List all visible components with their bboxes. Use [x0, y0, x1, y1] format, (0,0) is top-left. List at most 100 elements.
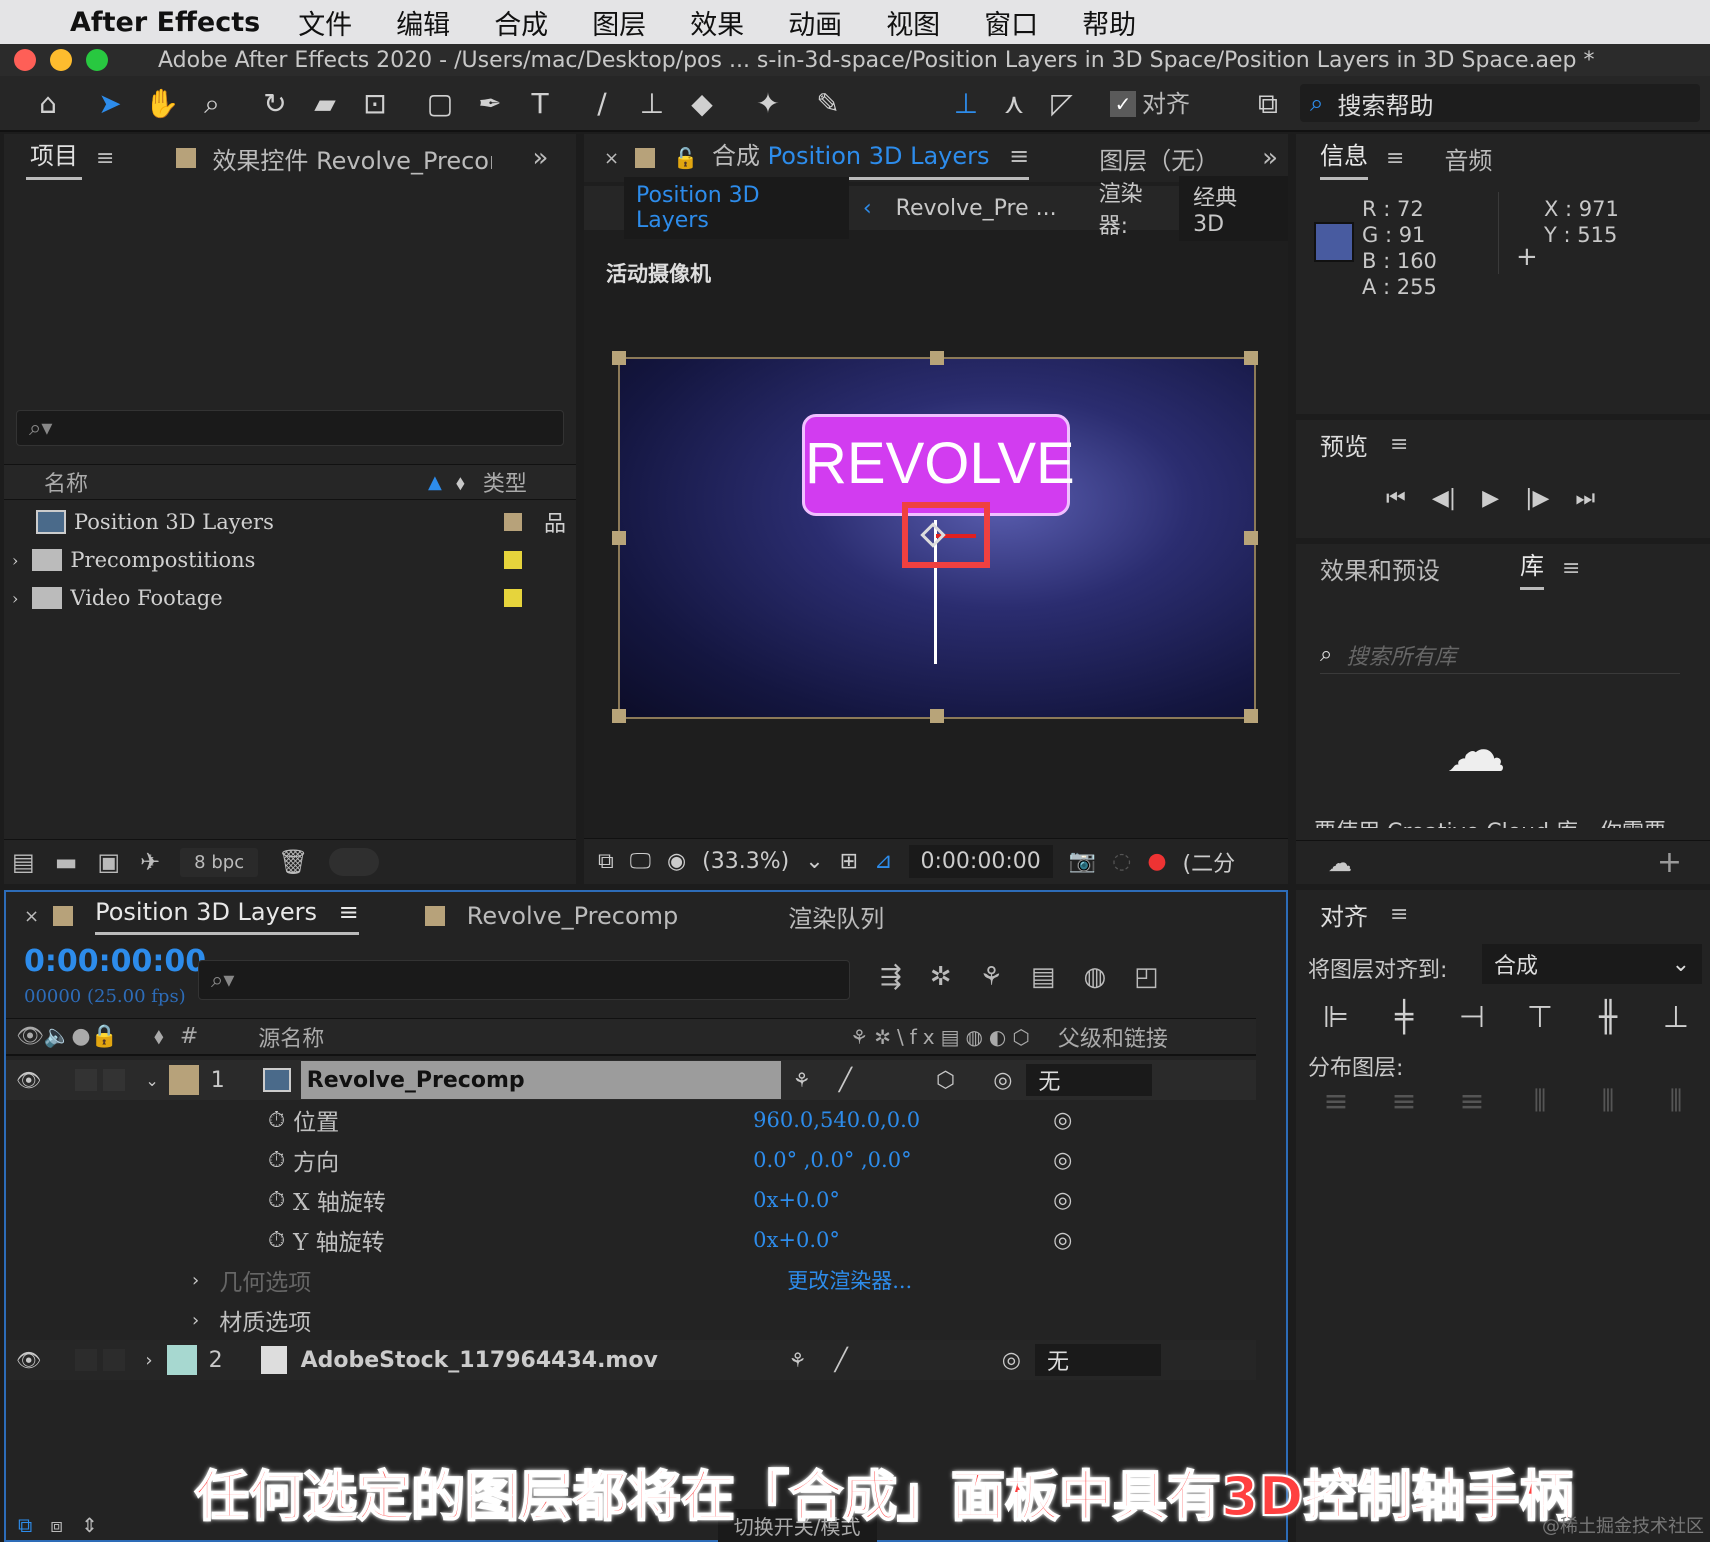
pen-tool-icon[interactable]: ✒: [470, 84, 510, 124]
grid-icon[interactable]: ⊞: [840, 849, 858, 874]
menu-animation[interactable]: 动画: [788, 3, 842, 42]
close-tab-icon[interactable]: ×: [24, 906, 39, 927]
mask-visibility-icon[interactable]: ⊿: [874, 849, 892, 874]
last-frame-icon[interactable]: ⏭: [1575, 486, 1595, 511]
property-value[interactable]: 0x+0.0°: [753, 1188, 1053, 1212]
new-folder-icon[interactable]: ▬: [55, 848, 78, 876]
breadcrumb-precomp[interactable]: Revolve_Pre ...: [896, 196, 1057, 221]
zoom-dropdown[interactable]: (33.3%): [702, 849, 789, 874]
menu-help[interactable]: 帮助: [1082, 3, 1136, 42]
motion-blur-icon[interactable]: ◍: [1083, 962, 1106, 992]
align-to-dropdown[interactable]: 合成 ⌄: [1482, 944, 1702, 984]
distribute-bottom-icon[interactable]: ≡: [1452, 1084, 1492, 1124]
puppet-tool-icon[interactable]: ✎: [808, 84, 848, 124]
menu-composition[interactable]: 合成: [494, 3, 548, 42]
property-value[interactable]: 0x+0.0°: [753, 1228, 1053, 1252]
vr-icon[interactable]: ◉: [667, 849, 686, 874]
renderer-dropdown[interactable]: 经典 3D: [1179, 175, 1288, 241]
quality-switch-icon[interactable]: ╱: [835, 1348, 848, 1373]
expand-arrow-icon[interactable]: ›: [192, 1310, 199, 1331]
stopwatch-icon[interactable]: ⏱: [268, 1228, 285, 1253]
always-preview-icon[interactable]: ⧉: [598, 849, 614, 874]
tab-timeline-comp[interactable]: Position 3D Layers ≡: [95, 898, 359, 935]
project-item[interactable]: › Video Footage: [4, 580, 544, 616]
parent-link-header[interactable]: 父级和链接: [1058, 1021, 1168, 1053]
monitor-icon[interactable]: 🖵: [630, 849, 651, 874]
trash-icon[interactable]: 🗑: [278, 848, 308, 876]
minimize-window-button[interactable]: [50, 49, 72, 71]
property-group-row[interactable]: › 材质选项: [6, 1300, 1256, 1340]
eraser-tool-icon[interactable]: ◆: [682, 84, 722, 124]
world-axis-mode-icon[interactable]: ⋏: [994, 84, 1034, 124]
previous-frame-icon[interactable]: ◀|: [1432, 486, 1456, 511]
layer-name[interactable]: AdobeStock_117964434.mov: [301, 1348, 777, 1373]
tab-libraries[interactable]: 库: [1520, 546, 1544, 590]
shy-switch-icon[interactable]: ⚘: [793, 1068, 811, 1092]
source-name-header[interactable]: 源名称: [258, 1021, 324, 1053]
layer-name[interactable]: Revolve_Precomp: [300, 1061, 781, 1099]
panel-overflow-icon[interactable]: »: [1262, 143, 1278, 173]
frame-blending-icon[interactable]: ▤: [1031, 962, 1056, 992]
transform-handle[interactable]: [930, 351, 944, 365]
column-type-header[interactable]: 类型: [483, 466, 527, 498]
zoom-tool-icon[interactable]: ⌕: [192, 84, 232, 124]
property-value[interactable]: 960.0,540.0,0.0: [753, 1108, 1053, 1132]
layer-switches-toggle-icon[interactable]: ⧉: [18, 1513, 32, 1537]
tab-layer[interactable]: 图层（无）: [1099, 141, 1219, 176]
distribute-right-icon[interactable]: ⦀: [1656, 1084, 1696, 1124]
sort-ascending-icon[interactable]: ▲: [428, 472, 442, 493]
panel-menu-icon[interactable]: ≡: [339, 898, 359, 926]
property-value[interactable]: 0.0° ,0.0° ,0.0°: [753, 1148, 1053, 1172]
menu-window[interactable]: 窗口: [984, 3, 1038, 42]
menu-view[interactable]: 视图: [886, 3, 940, 42]
adjust-icon[interactable]: ✈: [140, 848, 160, 876]
solo-switch[interactable]: [75, 1349, 98, 1371]
menu-edit[interactable]: 编辑: [396, 3, 450, 42]
shy-switch-icon[interactable]: ⚘: [789, 1348, 807, 1372]
tab-project[interactable]: 项目: [26, 136, 82, 180]
align-horizontal-center-icon[interactable]: ╪: [1384, 1000, 1424, 1040]
tab-timeline-precomp[interactable]: Revolve_Precomp: [467, 902, 679, 930]
revolve-title-layer[interactable]: REVOLVE: [802, 414, 1075, 516]
panel-menu-icon[interactable]: ≡: [1390, 432, 1408, 457]
solo-switch[interactable]: [75, 1069, 98, 1091]
camera-tool-icon[interactable]: ▰: [305, 84, 345, 124]
rectangle-tool-icon[interactable]: ▢: [420, 84, 460, 124]
panel-menu-icon[interactable]: ≡: [96, 146, 114, 171]
resolution-dropdown[interactable]: (二分: [1183, 846, 1236, 878]
add-icon[interactable]: +: [1657, 845, 1682, 880]
label-color-swatch[interactable]: [504, 589, 522, 607]
tab-audio[interactable]: 音频: [1444, 141, 1492, 176]
label-color-swatch[interactable]: [166, 1345, 197, 1375]
pick-whip-icon[interactable]: ◎: [1053, 1188, 1072, 1213]
local-axis-mode-icon[interactable]: ⊥: [946, 84, 986, 124]
panel-menu-icon[interactable]: ≡: [1562, 556, 1580, 581]
pick-whip-icon[interactable]: ◎: [1053, 1148, 1072, 1173]
transform-handle[interactable]: [612, 351, 626, 365]
transform-handle[interactable]: [612, 709, 626, 723]
cloud-sync-icon[interactable]: ☁: [1328, 849, 1352, 877]
stopwatch-icon[interactable]: ⏱: [268, 1108, 285, 1133]
project-item[interactable]: › Precompostitions: [4, 542, 544, 578]
tab-info[interactable]: 信息: [1320, 136, 1368, 180]
transform-handle[interactable]: [1244, 531, 1258, 545]
expand-arrow-icon[interactable]: ›: [12, 551, 18, 570]
hand-tool-icon[interactable]: ✋: [142, 84, 182, 124]
show-snapshot-icon[interactable]: ◌: [1112, 849, 1131, 874]
distribute-top-icon[interactable]: ≡: [1316, 1084, 1356, 1124]
eye-icon[interactable]: 👁: [16, 1348, 41, 1372]
project-item[interactable]: Position 3D Layers 品: [4, 504, 566, 540]
quality-switch-icon[interactable]: ╱: [839, 1068, 852, 1093]
align-left-icon[interactable]: ⊫: [1316, 1000, 1356, 1040]
comp-mini-flowchart-icon[interactable]: ⇶: [880, 962, 902, 992]
layer-row[interactable]: 👁 ⌄ 1 Revolve_Precomp ⚘ ╱ ⬡ ◎ 无: [6, 1060, 1256, 1100]
type-tool-icon[interactable]: T: [520, 84, 560, 124]
draft-3d-icon[interactable]: ✲: [930, 962, 952, 992]
transform-handle[interactable]: [1244, 709, 1258, 723]
lock-switch[interactable]: [103, 1069, 126, 1091]
timeline-search-input[interactable]: ⌕▾: [198, 960, 850, 1000]
stopwatch-icon[interactable]: ⏱: [268, 1188, 285, 1213]
library-search-input[interactable]: ⌕ 搜索所有库: [1320, 636, 1680, 674]
current-time-display[interactable]: 0:00:00:00: [24, 944, 206, 979]
parent-dropdown[interactable]: 无: [1026, 1064, 1153, 1096]
